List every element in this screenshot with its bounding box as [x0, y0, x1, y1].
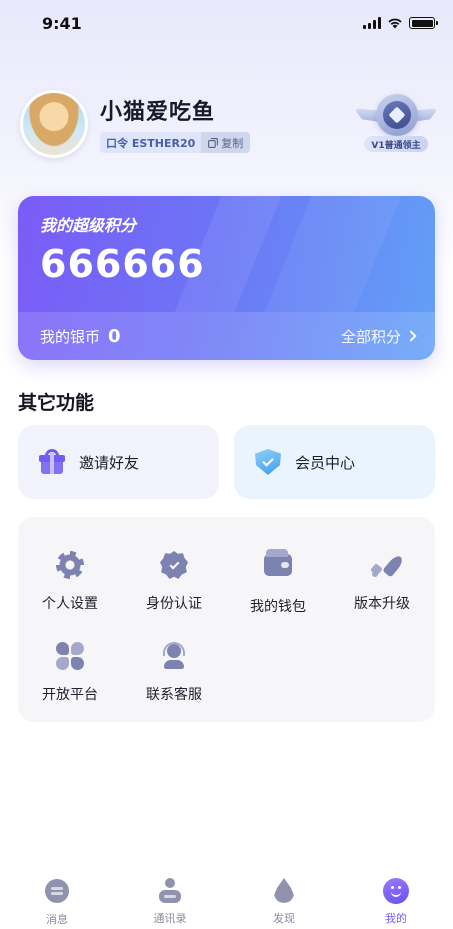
all-points-label: 全部积分 [340, 327, 401, 346]
grid-item-my-wallet[interactable]: 我的钱包 [226, 549, 330, 616]
copy-button[interactable]: 复制 [201, 132, 251, 153]
bottom-tab-bar: 消息 通讯录 发现 我的 [0, 872, 453, 929]
super-points-card[interactable]: 我的超级积分 666666 我的银币 0 全部积分 [18, 196, 435, 360]
grid-item-identity-verification[interactable]: 身份认证 [122, 549, 226, 613]
customer-service-icon [160, 642, 188, 670]
status-time: 9:41 [42, 14, 82, 33]
grid-item-label: 个人设置 [42, 596, 98, 612]
member-center-label: 会员中心 [295, 453, 356, 472]
gear-icon [56, 551, 84, 579]
points-value: 666666 [40, 242, 205, 286]
silver-coins-label: 我的银币 [40, 327, 101, 346]
grid-item-open-platform[interactable]: 开放平台 [18, 640, 122, 704]
signal-icon [363, 17, 381, 29]
contacts-icon [157, 878, 183, 904]
grid-item-customer-service[interactable]: 联系客服 [122, 640, 226, 704]
points-card-title: 我的超级积分 [40, 216, 137, 235]
invite-code: 口令 ESTHER20 [106, 136, 196, 150]
chevron-right-icon [405, 330, 417, 342]
grid-item-label: 联系客服 [146, 687, 202, 703]
gift-icon [39, 449, 65, 475]
other-features-title: 其它功能 [18, 392, 95, 414]
grid-item-label: 开放平台 [42, 687, 98, 703]
tab-messages[interactable]: 消息 [22, 878, 92, 927]
silver-coins: 我的银币 0 [40, 326, 121, 347]
status-icons [363, 17, 438, 29]
message-icon [45, 879, 69, 903]
avatar[interactable] [20, 90, 88, 158]
grid-item-label: 我的钱包 [250, 599, 306, 615]
username: 小猫爱吃鱼 [100, 100, 216, 125]
member-shield-icon [255, 449, 281, 475]
discover-icon [274, 878, 294, 903]
invite-friends-label: 邀请好友 [79, 453, 140, 472]
grid-clover-icon [56, 642, 84, 670]
wallet-icon [264, 549, 292, 576]
tab-contacts[interactable]: 通讯录 [135, 878, 205, 926]
tab-label: 我的 [385, 912, 407, 925]
tab-label: 通讯录 [153, 912, 187, 925]
function-grid: 个人设置 身份认证 我的钱包 版本升级 开放平台 联系客服 [18, 517, 435, 722]
level-badge-label: V1普通领主 [364, 136, 428, 152]
tab-discover[interactable]: 发现 [249, 878, 319, 926]
profile-header: 小猫爱吃鱼 口令 ESTHER20 复制 V1普通领主 [20, 90, 440, 160]
rocket-icon [368, 551, 405, 579]
tab-mine[interactable]: 我的 [361, 878, 431, 926]
battery-icon [409, 17, 438, 29]
copy-label: 复制 [221, 136, 244, 150]
grid-item-personal-settings[interactable]: 个人设置 [18, 549, 122, 613]
grid-item-version-upgrade[interactable]: 版本升级 [330, 549, 434, 613]
tab-label: 发现 [273, 912, 295, 925]
member-center-button[interactable]: 会员中心 [234, 425, 435, 499]
all-points-link[interactable]: 全部积分 [340, 326, 417, 347]
tab-label: 消息 [46, 913, 68, 926]
level-badge[interactable]: V1普通领主 [354, 90, 438, 156]
wifi-icon [388, 18, 402, 29]
points-card-footer: 我的银币 0 全部积分 [18, 312, 435, 360]
copy-icon [208, 137, 219, 148]
grid-item-label: 版本升级 [354, 596, 410, 612]
mine-icon [383, 878, 409, 904]
verified-badge-icon [160, 551, 188, 579]
status-bar: 9:41 [0, 0, 453, 50]
invite-friends-button[interactable]: 邀请好友 [18, 425, 219, 499]
level-emblem-icon [376, 94, 418, 136]
grid-item-label: 身份认证 [146, 596, 202, 612]
silver-coins-value: 0 [108, 325, 121, 347]
invite-code-chip: 口令 ESTHER20 复制 [100, 132, 251, 153]
